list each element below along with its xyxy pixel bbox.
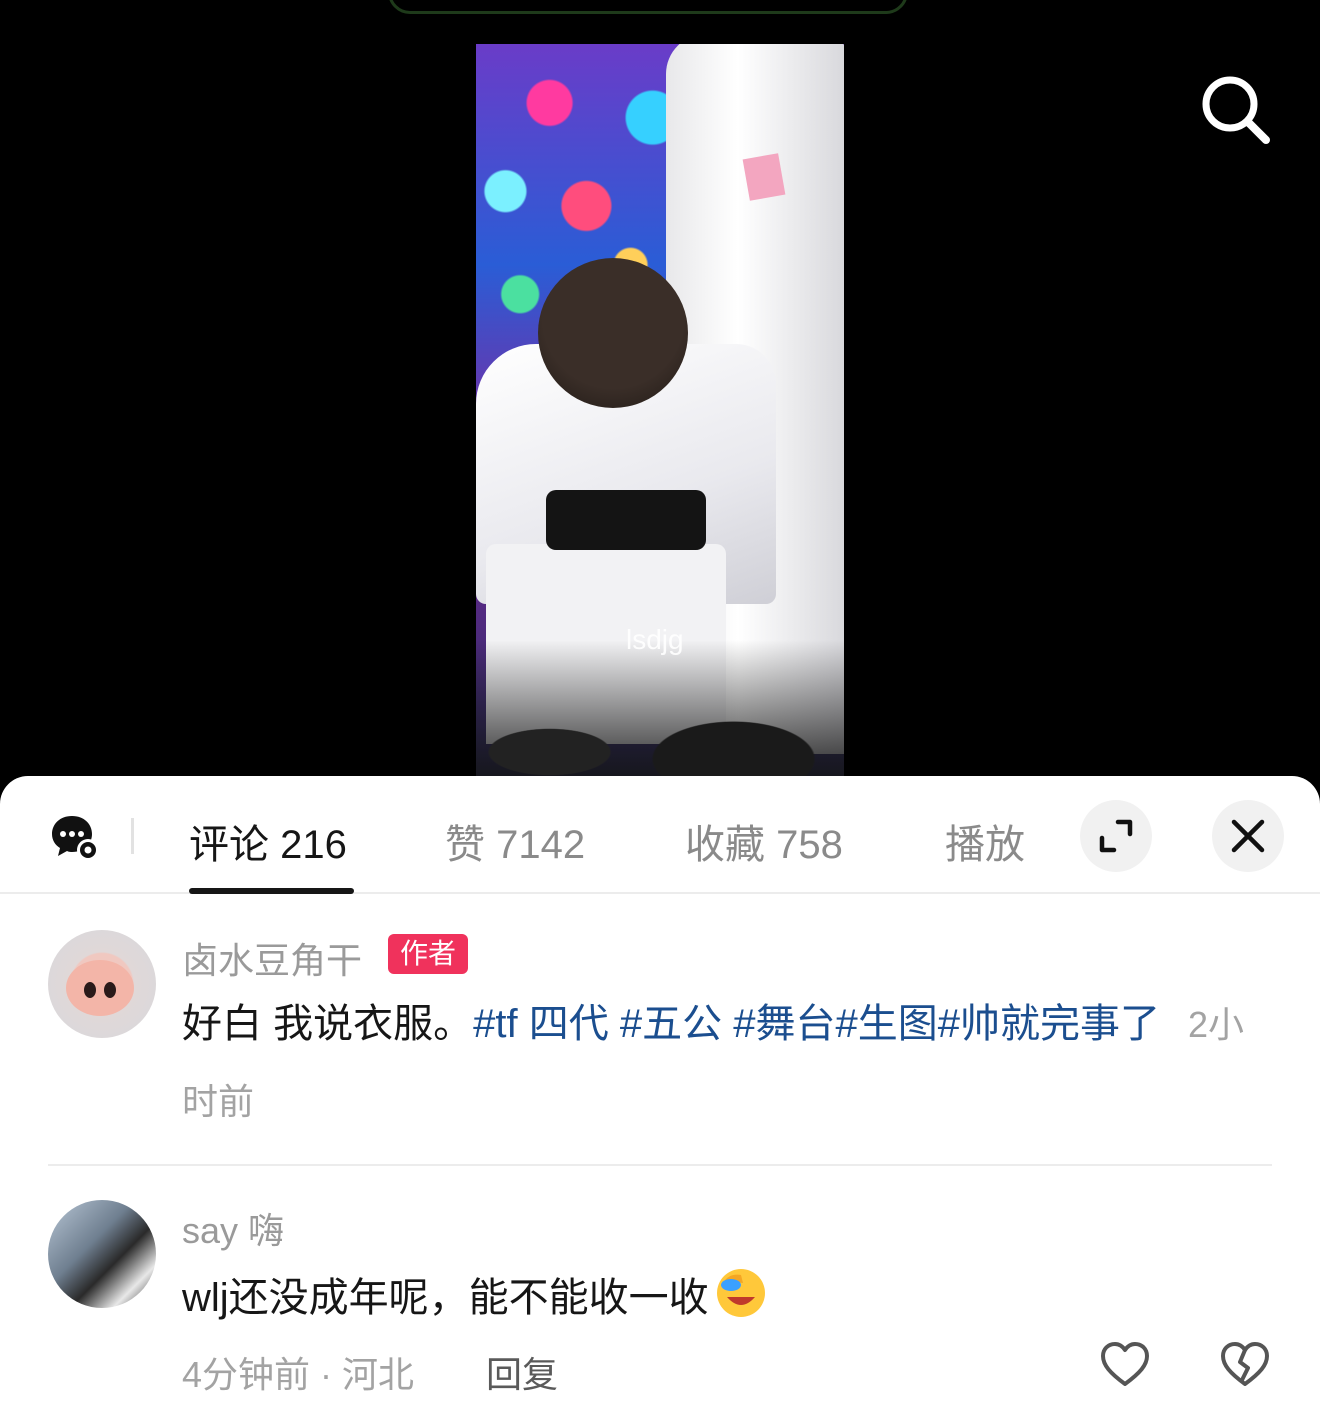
top-pill [388,0,908,14]
video-frame[interactable]: lsdjg [476,44,844,780]
comment-body: 好白 我说衣服。 [182,1002,474,1046]
reply-button[interactable]: 回复 [486,1346,558,1398]
comment-divider [48,1164,1272,1166]
search-icon [1202,76,1270,144]
tab-comments[interactable]: 评论 216 [189,812,347,870]
close-icon [1231,819,1265,853]
tab-plays[interactable]: 播放 [945,812,1025,870]
search-button[interactable] [1196,70,1276,150]
hashtag[interactable]: #五公 [620,1002,722,1046]
avatar[interactable] [48,1200,156,1308]
comment-username[interactable]: 卤水豆角干 [182,932,362,984]
tabs-row: 评论 216 赞 7142 收藏 758 播放 [0,776,1320,894]
heart-icon [1101,1342,1149,1386]
expand-icon [1099,819,1133,853]
video-figure-head [538,258,688,408]
face-palm-laugh-emoji [716,1269,765,1317]
tab-favorites[interactable]: 收藏 758 [685,812,843,870]
video-area[interactable]: lsdjg [0,0,1320,800]
comment-text: wlj还没成年呢，能不能收一收 [182,1260,1262,1336]
video-crowd [476,640,844,780]
hashtag[interactable]: #tf 四代 [473,1002,609,1046]
comment-body: wlj还没成年呢，能不能收一收 [182,1276,709,1320]
comment-text: 好白 我说衣服。#tf 四代 #五公 #舞台#生图#帅就完事了 2小时前 [182,986,1262,1140]
active-tab-indicator [189,888,354,894]
comment-sheet: 评论 216 赞 7142 收藏 758 播放 卤水豆角干 作者 好白 我说衣服… [0,776,1320,1418]
broken-heart-icon [1221,1342,1269,1386]
avatar[interactable] [48,930,156,1038]
hashtag[interactable]: #生图 [835,1002,937,1046]
tabs-divider [131,818,134,854]
pig-nose-avatar-art [66,960,134,1016]
author-badge: 作者 [388,934,469,974]
chat-settings-button[interactable] [50,812,100,862]
comment-meta: 4分钟前 · 河北 [182,1354,415,1395]
chat-settings-icon [52,816,99,861]
like-button[interactable] [1100,1340,1150,1390]
video-figure-belt [546,490,706,550]
hashtag[interactable]: #舞台 [733,1002,835,1046]
tab-likes[interactable]: 赞 7142 [445,812,585,870]
comment-username[interactable]: say 嗨 [182,1202,284,1254]
video-watermark: lsdjg [626,624,684,655]
close-button[interactable] [1212,800,1284,872]
hashtag[interactable]: #帅就完事了 [938,1002,1160,1046]
expand-button[interactable] [1080,800,1152,872]
video-figure-pocket [742,153,786,201]
dislike-button[interactable] [1220,1340,1270,1390]
